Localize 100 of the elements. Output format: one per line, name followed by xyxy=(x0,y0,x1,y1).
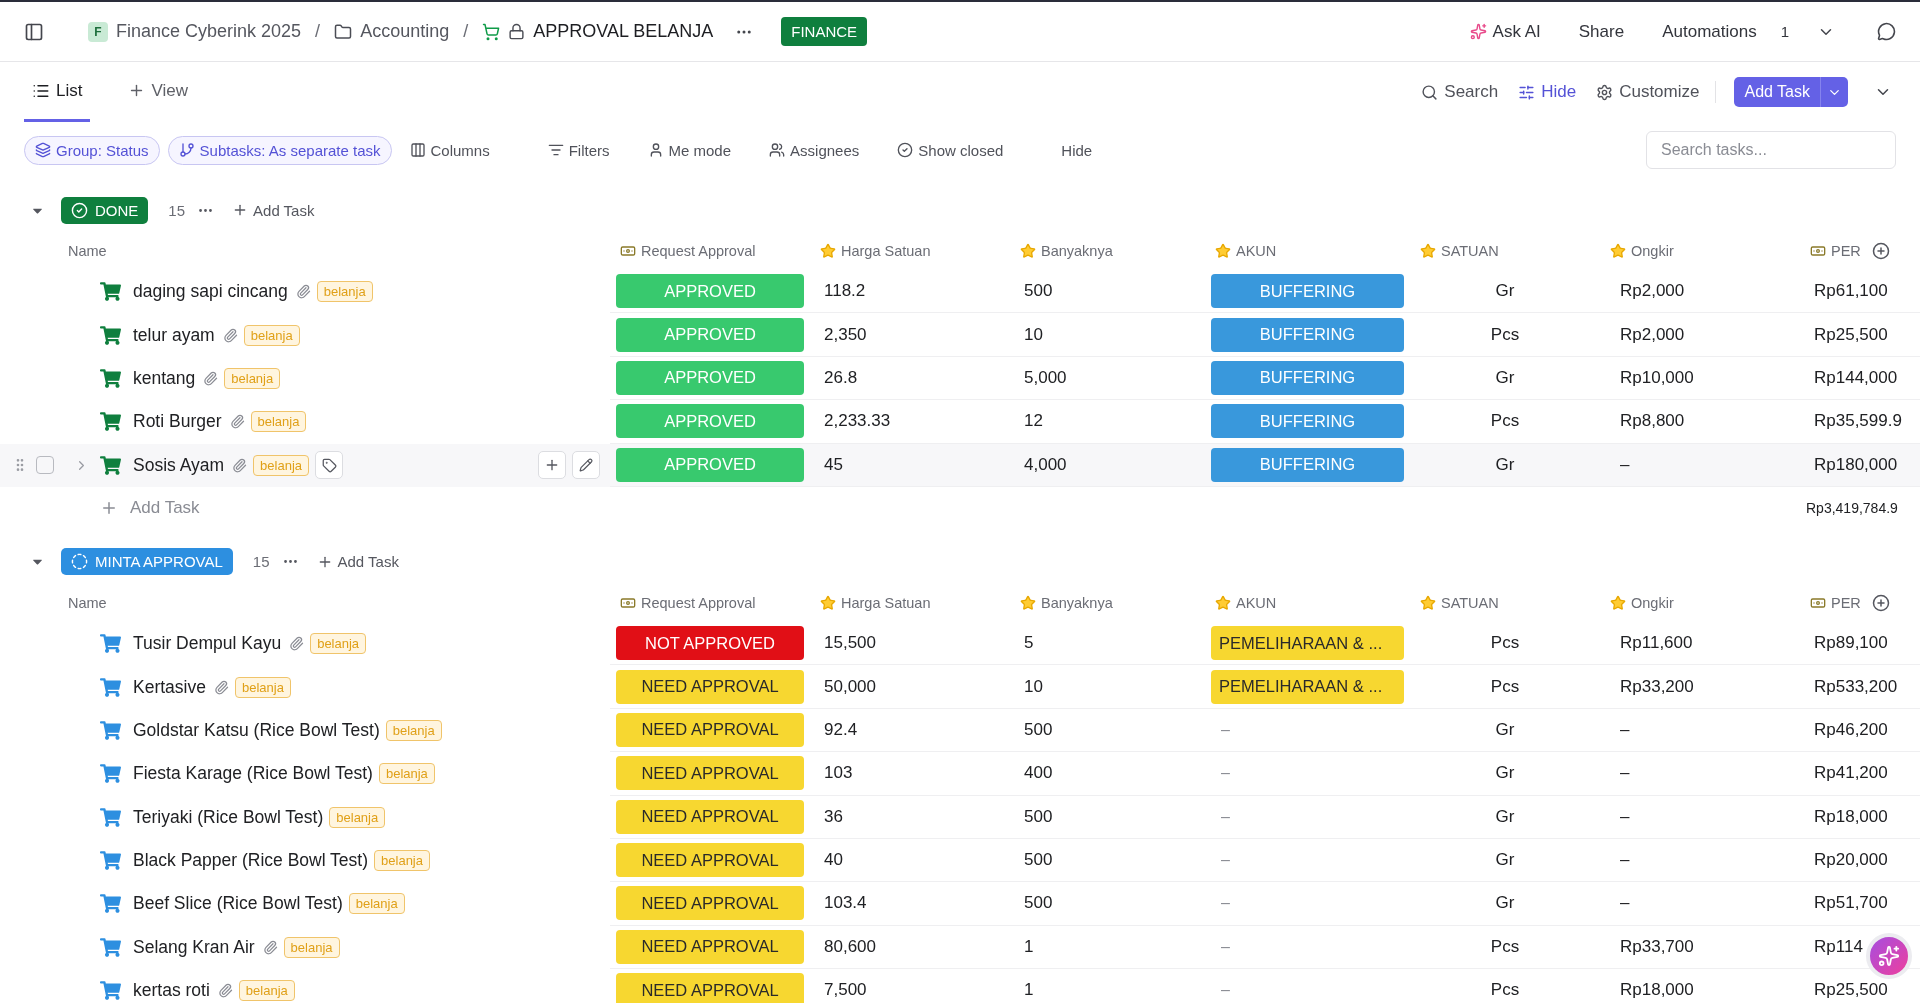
filter-chip[interactable]: Group: Status xyxy=(24,135,160,165)
account-label[interactable]: PEMELIHARAAN & ... xyxy=(1211,626,1404,661)
approval-status[interactable]: NEED APPROVAL xyxy=(616,973,804,1003)
lock-icon xyxy=(508,23,526,40)
table-cell: 50,000 xyxy=(810,665,1010,709)
table-cell: Rp51,700 xyxy=(1800,882,1920,926)
add-column-icon[interactable] xyxy=(1871,242,1890,260)
column-header[interactable]: SATUAN xyxy=(1441,243,1499,259)
cart-icon xyxy=(100,893,121,915)
task-count: 15 xyxy=(252,553,270,571)
column-header[interactable]: AKUN xyxy=(1236,243,1277,259)
column-header[interactable]: Request Approval xyxy=(641,594,756,611)
users-icon xyxy=(769,142,786,158)
breadcrumb-link[interactable]: APPROVAL BELANJA xyxy=(533,21,714,42)
view-tool-button[interactable]: Hide xyxy=(1508,82,1587,102)
cart-icon xyxy=(100,454,121,476)
add-task-row[interactable]: Add Task xyxy=(0,498,200,519)
toolbar-button[interactable]: Show closed xyxy=(887,136,1014,164)
view-tool-button[interactable]: Customize xyxy=(1586,82,1710,102)
toolbar-button[interactable]: Hide xyxy=(1051,136,1103,164)
filter-chip[interactable]: Subtasks: As separate task xyxy=(167,135,392,165)
task-name[interactable]: kertas roti xyxy=(133,980,210,1002)
approval-status[interactable]: NEED APPROVAL xyxy=(616,929,804,964)
column-header[interactable]: AKUN xyxy=(1236,594,1277,611)
column-header[interactable]: Harga Satuan xyxy=(841,243,931,259)
column-header[interactable]: Name xyxy=(68,243,107,259)
cart-icon xyxy=(100,980,121,1002)
table-cell: Rp41,200 xyxy=(1800,752,1920,796)
task-name[interactable]: Roti Burger xyxy=(133,411,222,433)
add-subtask-button[interactable] xyxy=(538,451,566,480)
table-cell-text: Pcs xyxy=(1489,676,1521,697)
empty-value: – xyxy=(1221,807,1230,826)
toolbar-button[interactable]: Assignees xyxy=(759,136,870,164)
column-header[interactable]: Request Approval xyxy=(641,243,756,259)
column-header[interactable]: PER xyxy=(1831,594,1861,611)
task-name[interactable]: Beef Slice (Rice Bowl Test) xyxy=(133,893,343,915)
toolbar-button[interactable]: Columns xyxy=(399,136,500,164)
task-name[interactable]: Black Papper (Rice Bowl Test) xyxy=(133,850,369,872)
topbar-button[interactable]: Automations xyxy=(1648,15,1771,48)
approval-status[interactable]: NEED APPROVAL xyxy=(616,886,804,921)
toolbar-button[interactable]: Filters xyxy=(537,136,620,164)
star-icon xyxy=(1020,594,1036,611)
approval-status[interactable]: NEED APPROVAL xyxy=(616,712,804,747)
rename-button[interactable] xyxy=(572,451,600,480)
table-cell: 500 xyxy=(1010,795,1205,839)
cart-icon xyxy=(100,324,121,346)
account-label[interactable]: PEMELIHARAAN & ... xyxy=(1211,669,1404,704)
toolbar-button[interactable]: Me mode xyxy=(637,136,742,164)
approval-status[interactable]: NEED APPROVAL xyxy=(616,843,804,878)
task-name[interactable]: Fiesta Karage (Rice Bowl Test) xyxy=(133,763,373,785)
table-cell: 10 xyxy=(1010,313,1205,357)
task-name[interactable]: Sosis Ayam xyxy=(133,454,225,476)
view-tool-button[interactable]: Search xyxy=(1411,82,1509,102)
task-name[interactable]: Kertasive xyxy=(133,676,206,698)
view-tab[interactable]: View xyxy=(120,62,196,122)
task-name[interactable]: Teriyaki (Rice Bowl Test) xyxy=(133,806,324,828)
task-name[interactable]: Selang Kran Air xyxy=(133,936,255,958)
table-cell-text: Gr xyxy=(1494,367,1516,388)
status-badge[interactable]: DONE xyxy=(61,196,149,224)
group-add-task-button[interactable]: Add Task xyxy=(310,552,405,572)
task-name[interactable]: kentang xyxy=(133,367,196,389)
cart-icon xyxy=(100,850,121,872)
search-field[interactable]: Search tasks... xyxy=(1646,131,1896,169)
group-add-task-button[interactable]: Add Task xyxy=(226,200,321,220)
breadcrumb-link[interactable]: Accounting xyxy=(360,21,450,42)
breadcrumb-link[interactable]: Finance Cyberink 2025 xyxy=(116,21,302,42)
task-name[interactable]: Tusir Dempul Kayu xyxy=(133,633,282,655)
task-row[interactable]: Sosis Ayam belanja APPROVED 45 4,000 BUFFERING Gr – Rp180,000 xyxy=(0,443,1920,487)
task-name[interactable]: telur ayam xyxy=(133,324,215,346)
branch-icon xyxy=(178,142,195,158)
table-cell: – xyxy=(1600,795,1800,839)
sparkle-icon xyxy=(1878,945,1900,967)
column-header[interactable]: Banyaknya xyxy=(1041,594,1113,611)
column-header[interactable]: Banyaknya xyxy=(1041,243,1113,259)
column-header[interactable]: Harga Satuan xyxy=(841,594,931,611)
table-cell: 400 xyxy=(1010,752,1205,796)
column-header[interactable]: PER xyxy=(1831,243,1861,259)
task-name[interactable]: Goldstar Katsu (Rice Bowl Test) xyxy=(133,719,380,741)
add-task-button[interactable]: Add Task xyxy=(1734,77,1848,107)
add-column-icon[interactable] xyxy=(1871,593,1890,612)
row-checkbox[interactable] xyxy=(36,456,54,475)
column-header[interactable]: Name xyxy=(68,594,107,611)
empty-value: – xyxy=(1221,937,1230,956)
tag-button[interactable] xyxy=(315,451,344,480)
column-header[interactable]: Ongkir xyxy=(1631,243,1674,259)
view-tab[interactable]: List xyxy=(24,62,91,122)
ask-ai-button[interactable]: Ask AI xyxy=(1455,15,1555,48)
topbar-button[interactable]: Share xyxy=(1564,15,1639,48)
column-header[interactable]: Ongkir xyxy=(1631,594,1674,611)
star-icon xyxy=(1610,594,1626,611)
approval-status[interactable]: NEED APPROVAL xyxy=(616,799,804,834)
table-cell-text: Gr xyxy=(1494,763,1516,784)
star-icon xyxy=(1215,594,1231,611)
column-header[interactable]: SATUAN xyxy=(1441,594,1499,611)
task-name[interactable]: daging sapi cincang xyxy=(133,281,288,303)
approval-status[interactable]: NEED APPROVAL xyxy=(616,756,804,791)
check-circle-icon xyxy=(71,201,88,219)
table-cell-text: Pcs xyxy=(1489,936,1521,957)
approval-status[interactable]: NOT APPROVED xyxy=(616,626,804,661)
approval-status[interactable]: NEED APPROVAL xyxy=(616,669,804,704)
